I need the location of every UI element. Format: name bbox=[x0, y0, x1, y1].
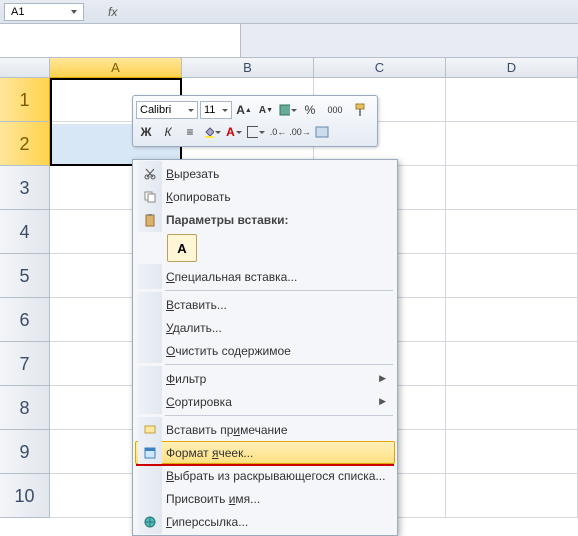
font-name-combo[interactable]: Calibri bbox=[136, 101, 198, 119]
decrease-decimal-button[interactable]: .00→ bbox=[290, 122, 310, 142]
border-icon bbox=[247, 126, 258, 138]
italic-button[interactable]: К bbox=[158, 122, 178, 142]
column-headers: A B C D bbox=[50, 58, 578, 78]
menu-hyperlink[interactable]: Гиперссылка... bbox=[135, 510, 395, 533]
clipboard-icon bbox=[143, 213, 157, 227]
paste-options-row: А bbox=[135, 231, 395, 265]
chevron-right-icon: ▶ bbox=[379, 396, 386, 407]
name-box[interactable]: A1 bbox=[4, 3, 84, 21]
col-header-b[interactable]: B bbox=[182, 58, 314, 78]
shrink-font-button[interactable]: A▼ bbox=[256, 100, 276, 120]
font-color-button[interactable]: A bbox=[224, 122, 244, 142]
menu-delete[interactable]: Удалить... bbox=[135, 316, 395, 339]
menu-label: Удалить... bbox=[166, 321, 222, 335]
col-header-c[interactable]: C bbox=[314, 58, 446, 78]
bucket-icon bbox=[203, 125, 214, 139]
menu-label: Копировать bbox=[166, 190, 231, 204]
chevron-down-icon bbox=[71, 10, 77, 14]
menu-label: Сортировка bbox=[166, 395, 232, 409]
globe-icon bbox=[143, 515, 157, 529]
increase-decimal-button[interactable]: .0← bbox=[268, 122, 288, 142]
accounting-format-button[interactable] bbox=[278, 100, 298, 120]
formula-bar: A1 fx bbox=[0, 0, 578, 24]
borders-button[interactable] bbox=[246, 122, 266, 142]
menu-insert[interactable]: Вставить... bbox=[135, 293, 395, 316]
comma-style-button[interactable]: 000 bbox=[322, 100, 348, 120]
menu-cut[interactable]: Вырезать bbox=[135, 162, 395, 185]
menu-pick-from-list[interactable]: Выбрать из раскрывающегося списка... bbox=[135, 464, 395, 487]
row-header-4[interactable]: 4 bbox=[0, 210, 50, 254]
menu-label: Вставить примечание bbox=[166, 423, 288, 437]
brush-icon bbox=[353, 103, 367, 117]
row-header-6[interactable]: 6 bbox=[0, 298, 50, 342]
name-box-value: A1 bbox=[11, 6, 24, 18]
format-cells-icon bbox=[143, 446, 157, 460]
chevron-right-icon: ▶ bbox=[379, 373, 386, 384]
menu-insert-comment[interactable]: Вставить примечание bbox=[135, 418, 395, 441]
row-header-2[interactable]: 2 bbox=[0, 122, 50, 166]
fill-color-button[interactable] bbox=[202, 122, 222, 142]
bold-button[interactable]: Ж bbox=[136, 122, 156, 142]
menu-label: Выбрать из раскрывающегося списка... bbox=[166, 469, 385, 483]
menu-paste-special[interactable]: Специальная вставка... bbox=[135, 265, 395, 288]
row-header-3[interactable]: 3 bbox=[0, 166, 50, 210]
menu-label: Вставить... bbox=[166, 298, 227, 312]
menu-filter[interactable]: Фильтр ▶ bbox=[135, 367, 395, 390]
row-header-8[interactable]: 8 bbox=[0, 386, 50, 430]
chevron-down-icon bbox=[188, 109, 194, 112]
row-headers: 1 2 3 4 5 6 7 8 9 10 bbox=[0, 78, 50, 518]
grow-font-button[interactable]: A▲ bbox=[234, 100, 254, 120]
menu-copy[interactable]: Копировать bbox=[135, 185, 395, 208]
format-painter-button[interactable] bbox=[350, 100, 370, 120]
row-header-7[interactable]: 7 bbox=[0, 342, 50, 386]
menu-format-cells[interactable]: Формат ячеек... bbox=[135, 441, 395, 464]
menu-label: Очистить содержимое bbox=[166, 344, 291, 358]
copy-icon bbox=[143, 190, 157, 204]
chevron-down-icon bbox=[222, 109, 228, 112]
menu-label: Вырезать bbox=[166, 167, 219, 181]
row-header-9[interactable]: 9 bbox=[0, 430, 50, 474]
context-menu: Вырезать Копировать Параметры вставки: А… bbox=[132, 159, 398, 536]
scissors-icon bbox=[143, 167, 157, 181]
fx-icon[interactable]: fx bbox=[108, 5, 117, 19]
col-header-d[interactable]: D bbox=[446, 58, 578, 78]
ribbon-area bbox=[0, 24, 578, 58]
menu-label: Параметры вставки: bbox=[166, 213, 289, 227]
select-all-corner[interactable] bbox=[0, 58, 50, 78]
menu-define-name[interactable]: Присвоить имя... bbox=[135, 487, 395, 510]
comment-icon bbox=[143, 423, 157, 437]
merge-button[interactable] bbox=[312, 122, 332, 142]
menu-clear-contents[interactable]: Очистить содержимое bbox=[135, 339, 395, 362]
menu-label: Присвоить имя... bbox=[166, 492, 260, 506]
mini-toolbar: Calibri 11 A▲ A▼ % 000 Ж К ≡ A .0← .00→ bbox=[132, 95, 378, 147]
menu-label: Фильтр bbox=[166, 372, 206, 386]
align-center-button[interactable]: ≡ bbox=[180, 122, 200, 142]
menu-label: Гиперссылка... bbox=[166, 515, 248, 529]
row-header-5[interactable]: 5 bbox=[0, 254, 50, 298]
col-header-a[interactable]: A bbox=[50, 58, 182, 78]
row-header-1[interactable]: 1 bbox=[0, 78, 50, 122]
menu-label: Формат ячеек... bbox=[166, 446, 253, 460]
menu-label: Специальная вставка... bbox=[166, 270, 297, 284]
merge-icon bbox=[315, 126, 329, 138]
paste-option-default[interactable]: А bbox=[167, 234, 197, 262]
row-header-10[interactable]: 10 bbox=[0, 474, 50, 518]
percent-button[interactable]: % bbox=[300, 100, 320, 120]
menu-sort[interactable]: Сортировка ▶ bbox=[135, 390, 395, 413]
menu-paste-options-label: Параметры вставки: bbox=[135, 208, 395, 231]
font-size-combo[interactable]: 11 bbox=[200, 101, 232, 119]
